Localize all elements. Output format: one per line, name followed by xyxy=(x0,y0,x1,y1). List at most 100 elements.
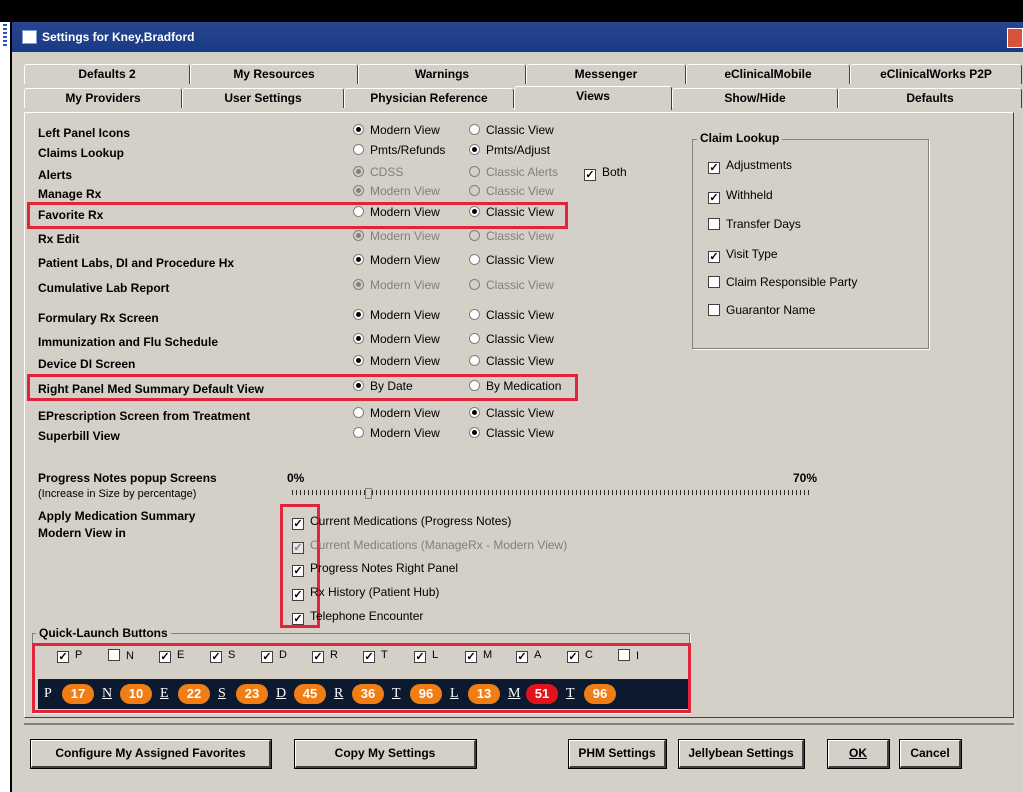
tab-my-providers[interactable]: My Providers xyxy=(24,88,182,108)
med-summary-checkbox[interactable]: ✓ Current Medications (Progress Notes) xyxy=(292,514,511,530)
quick-launch-checkbox[interactable]: ✓ T xyxy=(363,649,388,663)
setting-option-radio[interactable]: By Date xyxy=(353,379,413,393)
tab-messenger[interactable]: Messenger xyxy=(526,64,686,84)
tab-show-hide[interactable]: Show/Hide xyxy=(672,88,838,108)
quick-launch-check-label: R xyxy=(330,649,338,661)
tab-eclinicalmobile[interactable]: eClinicalMobile xyxy=(686,64,850,84)
tab-my-resources[interactable]: My Resources xyxy=(190,64,358,84)
cancel-button[interactable]: Cancel xyxy=(899,739,962,769)
tab-views[interactable]: Views xyxy=(514,86,672,110)
tab-defaults-2[interactable]: Defaults 2 xyxy=(24,64,190,84)
claim-lookup-checkbox[interactable]: Transfer Days xyxy=(708,217,801,231)
claim-lookup-checkbox[interactable]: Guarantor Name xyxy=(708,303,815,317)
setting-option-label: Classic Alerts xyxy=(486,165,559,179)
setting-option-radio[interactable]: By Medication xyxy=(469,379,561,393)
radio-icon xyxy=(353,355,364,366)
setting-option-radio[interactable]: Classic View xyxy=(469,332,554,346)
setting-option-radio[interactable]: Modern View xyxy=(353,229,440,243)
setting-option-radio[interactable]: Pmts/Adjust xyxy=(469,143,550,157)
quick-launch-checkbox[interactable]: N xyxy=(108,649,134,662)
quick-launch-checkbox[interactable]: ✓ E xyxy=(159,649,184,663)
med-summary-checkbox[interactable]: ✓ Rx History (Patient Hub) xyxy=(292,585,439,601)
quick-launch-checkbox[interactable]: ✓ A xyxy=(516,649,541,663)
checkbox-icon: ✓ xyxy=(516,651,528,663)
tab-physician-reference[interactable]: Physician Reference xyxy=(344,88,514,108)
med-summary-label: Telephone Encounter xyxy=(310,609,424,623)
quick-launch-checkbox[interactable]: ✓ R xyxy=(312,649,338,663)
setting-option-radio[interactable]: Modern View xyxy=(353,123,440,137)
setting-option-radio[interactable]: Pmts/Refunds xyxy=(353,143,445,157)
setting-option-label: Modern View xyxy=(370,426,440,440)
jellybean-settings-button[interactable]: Jellybean Settings xyxy=(678,739,805,769)
phm-settings-button[interactable]: PHM Settings xyxy=(568,739,667,769)
med-summary-checkbox[interactable]: ✓ Progress Notes Right Panel xyxy=(292,561,458,577)
configure-favorites-button[interactable]: Configure My Assigned Favorites xyxy=(30,739,272,769)
setting-option-radio[interactable]: Classic View xyxy=(469,426,554,440)
setting-option-radio[interactable]: Modern View xyxy=(353,354,440,368)
setting-option-radio[interactable]: CDSS xyxy=(353,165,403,179)
checkbox-icon: ✓ xyxy=(292,542,304,554)
setting-option-radio[interactable]: Modern View xyxy=(353,332,440,346)
med-summary-checkbox[interactable]: ✓ Current Medications (ManageRx - Modern … xyxy=(292,538,567,554)
checkbox-icon xyxy=(708,304,720,316)
radio-icon xyxy=(469,309,480,320)
claim-lookup-checkbox[interactable]: ✓ Visit Type xyxy=(708,247,778,263)
setting-option-radio[interactable]: Modern View xyxy=(353,406,440,420)
quick-launch-checkbox[interactable]: ✓ L xyxy=(414,649,438,663)
setting-option-radio[interactable]: Classic View xyxy=(469,308,554,322)
slider-max-label: 70% xyxy=(793,471,818,485)
claim-lookup-title: Claim Lookup xyxy=(697,131,783,145)
tab-warnings[interactable]: Warnings xyxy=(358,64,526,84)
quick-launch-checkbox[interactable]: ✓ D xyxy=(261,649,287,663)
checkbox-icon: ✓ xyxy=(57,651,69,663)
setting-option-label: Modern View xyxy=(370,205,440,219)
setting-label: Right Panel Med Summary Default View xyxy=(38,382,264,396)
tab-defaults[interactable]: Defaults xyxy=(838,88,1022,108)
med-summary-label: Rx History (Patient Hub) xyxy=(310,585,440,599)
tab-eclinicalworks-p2p[interactable]: eClinicalWorks P2P xyxy=(850,64,1022,84)
setting-option-label: Classic View xyxy=(486,184,554,198)
setting-option-radio[interactable]: Modern View xyxy=(353,184,440,198)
med-summary-label: Apply Medication Summary xyxy=(38,509,196,523)
setting-option-radio[interactable]: Classic View xyxy=(469,123,554,137)
setting-option-radio[interactable]: Classic View xyxy=(469,253,554,267)
setting-option-label: Modern View xyxy=(370,184,440,198)
setting-option-radio[interactable]: Classic View xyxy=(469,278,554,292)
tab-user-settings[interactable]: User Settings xyxy=(182,88,344,108)
close-icon[interactable] xyxy=(1007,28,1023,48)
title-bar: Settings for Kney,Bradford xyxy=(12,22,1023,52)
ok-button[interactable]: OK xyxy=(827,739,890,769)
setting-option-radio[interactable]: Classic Alerts xyxy=(469,165,558,179)
claim-lookup-checkbox[interactable]: ✓ Withheld xyxy=(708,188,773,204)
claim-lookup-checkbox[interactable]: ✓ Adjustments xyxy=(708,158,792,174)
radio-icon xyxy=(469,407,480,418)
claim-lookup-checkbox[interactable]: Claim Responsible Party xyxy=(708,275,857,289)
setting-option-radio[interactable]: Classic View xyxy=(469,205,554,219)
copy-settings-button[interactable]: Copy My Settings xyxy=(294,739,477,769)
setting-option-radio[interactable]: Classic View xyxy=(469,184,554,198)
setting-option-radio[interactable]: Classic View xyxy=(469,354,554,368)
quick-launch-checkbox[interactable]: ✓ P xyxy=(57,649,82,663)
quick-launch-checkbox[interactable]: I xyxy=(618,649,639,662)
checkbox-icon: ✓ xyxy=(567,651,579,663)
setting-option-label: Modern View xyxy=(370,278,440,292)
setting-option-radio[interactable]: Modern View xyxy=(353,308,440,322)
setting-option-radio[interactable]: Modern View xyxy=(353,426,440,440)
setting-option-radio[interactable]: Modern View xyxy=(353,253,440,267)
med-summary-checkbox[interactable]: ✓ Telephone Encounter xyxy=(292,609,423,625)
setting-option-radio[interactable]: Classic View xyxy=(469,406,554,420)
quick-launch-check-label: A xyxy=(534,649,542,661)
quick-launch-checkbox[interactable]: ✓ C xyxy=(567,649,593,663)
checkbox-icon: ✓ xyxy=(708,192,720,204)
slider-thumb[interactable] xyxy=(364,488,372,499)
checkbox-icon: ✓ xyxy=(708,251,720,263)
quick-launch-checkbox[interactable]: ✓ M xyxy=(465,649,492,663)
setting-option-radio[interactable]: Modern View xyxy=(353,278,440,292)
quick-launch-checkbox[interactable]: ✓ S xyxy=(210,649,235,663)
setting-option-label: Classic View xyxy=(486,426,554,440)
alerts-both-checkbox[interactable]: ✓ Both xyxy=(584,165,627,181)
setting-option-radio[interactable]: Modern View xyxy=(353,205,440,219)
radio-icon xyxy=(353,144,364,155)
setting-option-label: Modern View xyxy=(370,229,440,243)
setting-option-radio[interactable]: Classic View xyxy=(469,229,554,243)
